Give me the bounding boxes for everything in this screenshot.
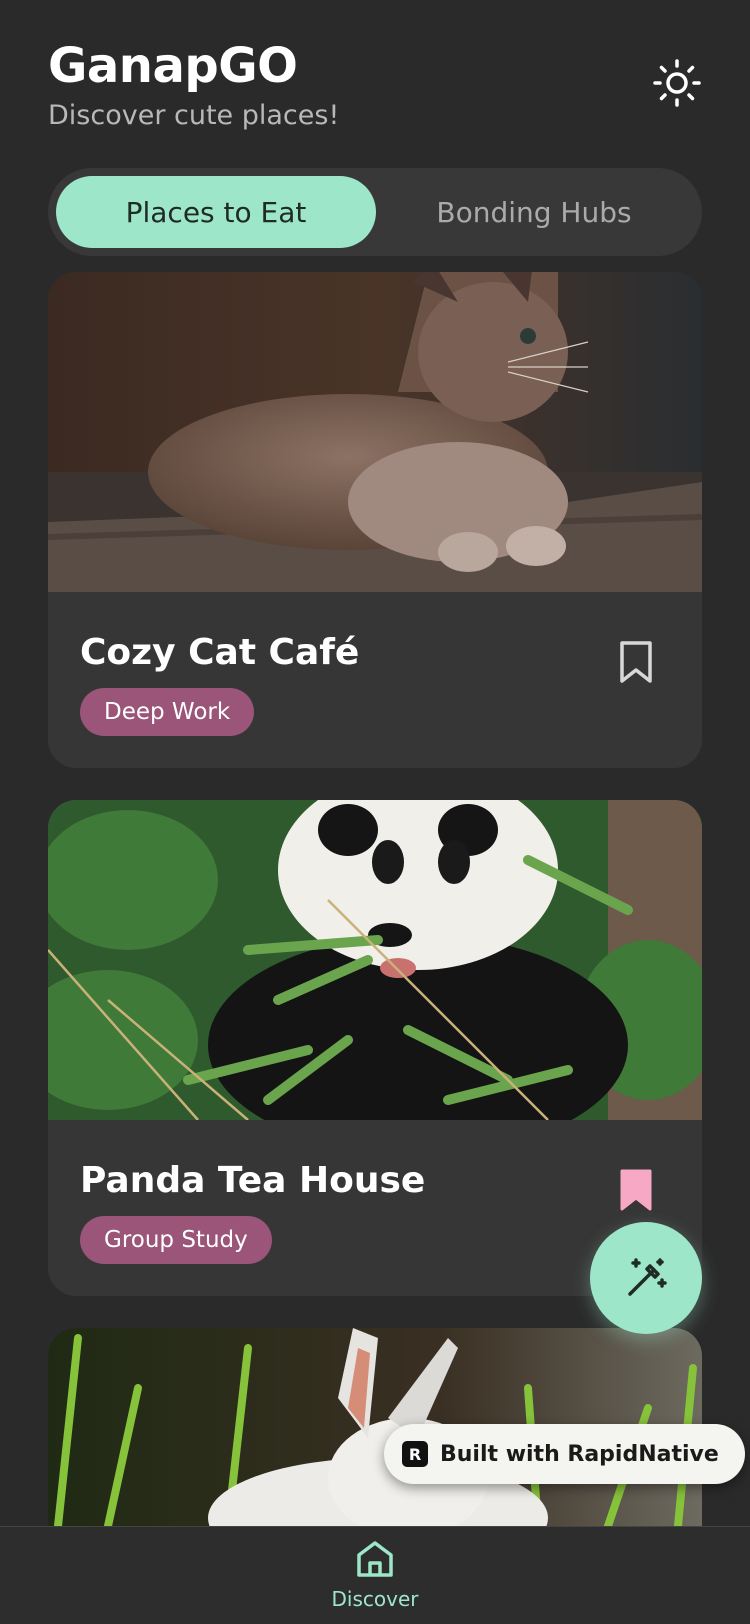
app-subtitle: Discover cute places! bbox=[48, 100, 340, 131]
bookmark-button[interactable] bbox=[618, 640, 654, 684]
home-icon bbox=[357, 1541, 393, 1577]
category-tabs: Places to Eat Bonding Hubs bbox=[48, 168, 702, 256]
place-tag: Group Study bbox=[80, 1216, 272, 1264]
place-name: Cozy Cat Café bbox=[80, 632, 360, 673]
place-card[interactable]: Cozy Cat Café Deep Work bbox=[48, 272, 702, 768]
built-with-badge[interactable]: R Built with RapidNative bbox=[384, 1424, 745, 1484]
place-tag: Deep Work bbox=[80, 688, 255, 736]
theme-toggle-button[interactable] bbox=[652, 58, 702, 108]
app-title: GanapGO bbox=[48, 38, 298, 94]
tab-places-to-eat[interactable]: Places to Eat bbox=[56, 176, 376, 248]
tab-bonding-hubs[interactable]: Bonding Hubs bbox=[374, 176, 694, 248]
bottom-nav: Discover bbox=[0, 1526, 750, 1624]
header: GanapGO Discover cute places! bbox=[48, 36, 702, 136]
magic-wand-icon bbox=[628, 1258, 667, 1296]
badge-label: Built with RapidNative bbox=[440, 1441, 719, 1467]
place-name: Panda Tea House bbox=[80, 1160, 426, 1201]
nav-item-discover[interactable]: Discover bbox=[325, 1537, 425, 1611]
rapidnative-logo-icon: R bbox=[402, 1441, 428, 1467]
nav-label: Discover bbox=[331, 1587, 419, 1611]
place-card[interactable]: Panda Tea House Group Study bbox=[48, 800, 702, 1296]
cat-photo bbox=[48, 272, 702, 592]
magic-wand-button[interactable] bbox=[590, 1222, 702, 1334]
bookmark-filled-icon bbox=[620, 1169, 652, 1211]
panda-photo bbox=[48, 800, 702, 1120]
place-card-body: Cozy Cat Café Deep Work bbox=[48, 592, 702, 768]
bookmark-button[interactable] bbox=[618, 1168, 654, 1212]
bookmark-outline-icon bbox=[620, 641, 652, 683]
sun-icon bbox=[653, 59, 701, 107]
